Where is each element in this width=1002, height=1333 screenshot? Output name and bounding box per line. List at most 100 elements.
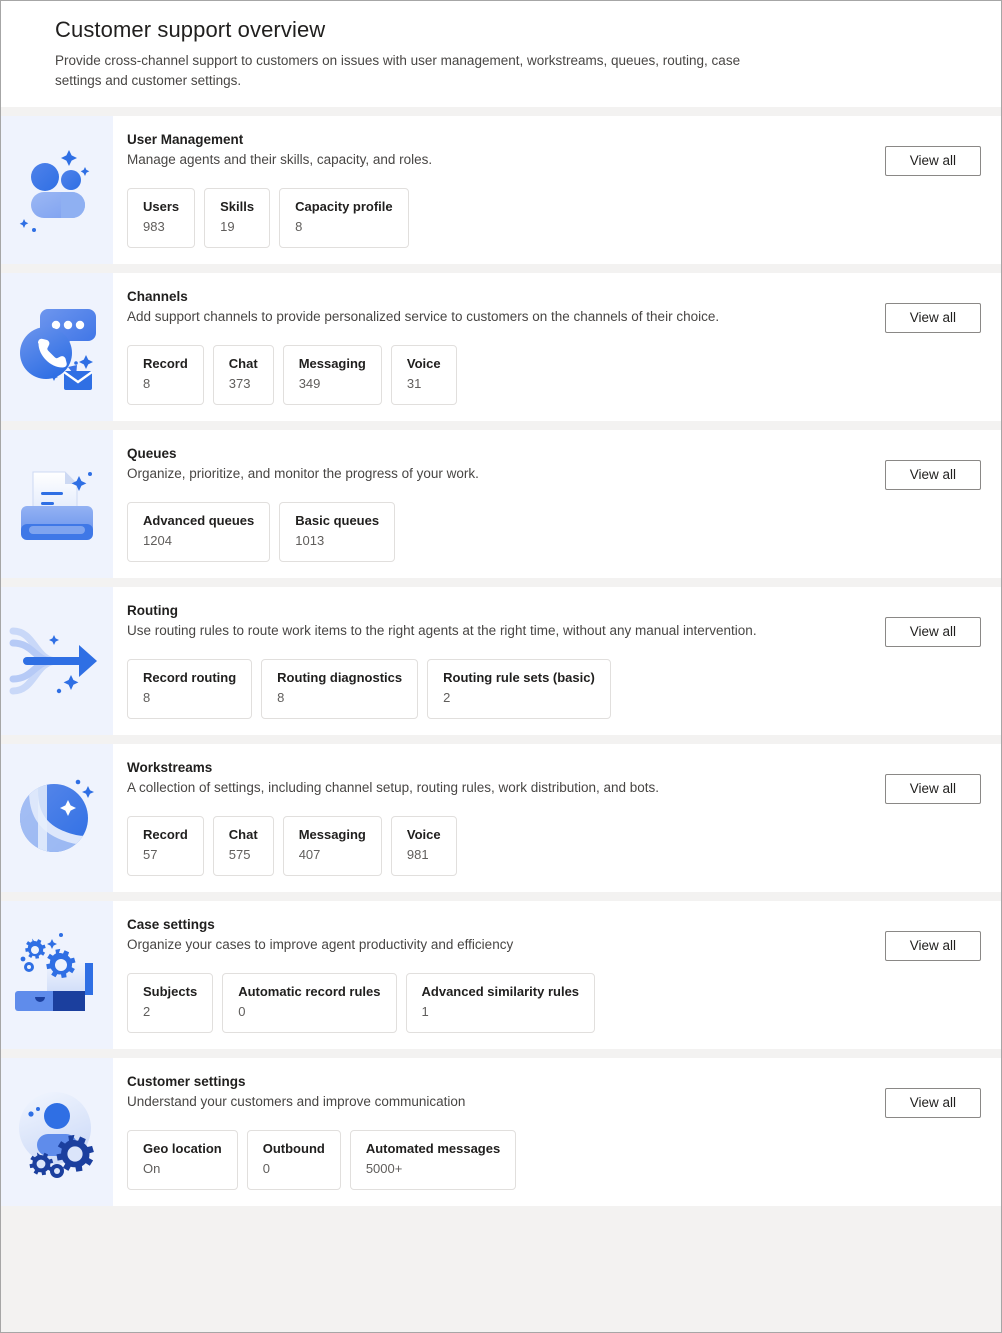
stat-value: 407 [298,847,321,862]
card-description: Understand your customers and improve co… [127,1094,466,1109]
card-body: Channels Add support channels to provide… [113,273,841,421]
stat-tile[interactable]: Outbound 0 [246,1130,341,1190]
card-body: Routing Use routing rules to route work … [113,587,841,735]
card-action-area: View all [841,116,1001,264]
view-all-button-routing[interactable]: View all [884,617,981,647]
stat-tile[interactable]: Basic queues 1013 [279,502,396,562]
stat-label: Record [143,356,188,371]
page-subtitle: Provide cross-channel support to custome… [55,53,741,88]
stat-value: 575 [228,847,251,862]
stat-value: 31 [406,376,422,391]
card-title: User Management [127,132,244,147]
page-title: Customer support overview [55,17,326,42]
view-all-button-customer-settings[interactable]: View all [884,1088,981,1118]
stat-label: Automatic record rules [238,984,381,999]
stat-tile[interactable]: Capacity profile 8 [279,188,409,248]
view-all-button-user-management[interactable]: View all [884,146,981,176]
overview-card-queues: Queues Organize, prioritize, and monitor… [1,430,1001,578]
card-title: Case settings [127,917,215,932]
stat-tile[interactable]: Automatic record rules 0 [222,973,397,1033]
stat-tile[interactable]: Advanced similarity rules 1 [405,973,596,1033]
view-all-button-channels[interactable]: View all [884,303,981,333]
document-tray-icon [21,471,93,540]
stat-tile[interactable]: Routing diagnostics 8 [261,659,419,719]
stat-label: Skills [220,199,255,214]
person-gears-icon [19,1092,94,1178]
stat-value: 349 [298,376,321,391]
stat-tile[interactable]: Voice 981 [390,816,457,876]
overview-card-routing: Routing Use routing rules to route work … [1,587,1001,735]
stat-tile-group: Geo location On Outbound 0 Automated mes… [127,1130,825,1190]
card-title: Routing [127,603,178,618]
stat-tile[interactable]: Users 983 [127,188,196,248]
stat-value: 2 [143,1004,151,1019]
stat-tile-group: Record routing 8 Routing diagnostics 8 R… [127,659,825,719]
card-description: Organize, prioritize, and monitor the pr… [127,466,479,481]
stat-tile[interactable]: Record 57 [127,816,204,876]
card-icon-pane-customer-settings [1,1058,113,1206]
card-body: Workstreams A collection of settings, in… [113,744,841,892]
stat-label: Routing diagnostics [277,670,403,685]
stat-tile[interactable]: Messaging 349 [282,345,382,405]
view-all-button-queues[interactable]: View all [884,460,981,490]
stat-tile-group: Record 57 Chat 575 Messaging 407 Voice 9… [127,816,825,876]
stat-label: Routing rule sets (basic) [443,670,595,685]
overview-card-case-settings: Case settings Organize your cases to imp… [1,901,1001,1049]
stat-value: 8 [143,376,151,391]
card-title: Customer settings [127,1074,246,1089]
stat-tile[interactable]: Geo location On [127,1130,238,1190]
view-all-button-workstreams[interactable]: View all [884,774,981,804]
stat-tile[interactable]: Voice 31 [390,345,457,405]
stat-tile[interactable]: Advanced queues 1204 [127,502,271,562]
stat-label: Subjects [143,984,198,999]
stat-value: 1204 [143,533,172,548]
card-body: Case settings Organize your cases to imp… [113,901,841,1049]
card-body: Customer settings Understand your custom… [113,1058,841,1206]
view-all-button-case-settings[interactable]: View all [884,931,981,961]
sphere-ribbon-icon [20,779,94,852]
stat-tile[interactable]: Subjects 2 [127,973,214,1033]
stat-label: Advanced similarity rules [421,984,580,999]
card-icon-pane-workstreams [1,744,113,892]
card-action-area: View all [841,587,1001,735]
stat-value: 5000+ [365,1161,403,1176]
stat-tile[interactable]: Record 8 [127,345,204,405]
stat-value: 1013 [295,533,325,548]
stat-label: Messaging [298,827,366,842]
card-title: Workstreams [127,760,213,775]
card-title: Queues [127,446,177,461]
stat-tile[interactable]: Record routing 8 [127,659,253,719]
stat-label: Geo location [143,1141,222,1156]
card-action-area: View all [841,901,1001,1049]
stat-value: 19 [220,219,235,234]
stat-tile[interactable]: Chat 373 [212,345,274,405]
stat-label: Record [143,827,188,842]
stat-tile[interactable]: Automated messages 5000+ [349,1130,517,1190]
card-icon-pane-user-management [1,116,113,264]
overview-card-list: User Management Manage agents and their … [1,116,1001,1206]
stat-tile-group: Record 8 Chat 373 Messaging 349 Voice 31 [127,345,825,405]
customer-support-overview-page: Customer support overview Provide cross-… [0,0,1002,1333]
stat-tile-group: Subjects 2 Automatic record rules 0 Adva… [127,973,825,1033]
card-action-area: View all [841,1058,1001,1206]
card-description: A collection of settings, including chan… [127,780,660,795]
stat-tile[interactable]: Routing rule sets (basic) 2 [427,659,611,719]
stat-label: Chat [228,356,258,371]
stat-value: 0 [238,1004,246,1019]
stat-label: Automated messages [365,1141,501,1156]
overview-card-user-management: User Management Manage agents and their … [1,116,1001,264]
card-icon-pane-channels [1,273,113,421]
card-description: Manage agents and their skills, capacity… [127,152,433,167]
stat-tile[interactable]: Chat 575 [212,816,274,876]
stat-tile-group: Users 983 Skills 19 Capacity profile 8 [127,188,825,248]
stat-tile[interactable]: Messaging 407 [282,816,382,876]
stat-label: Outbound [262,1141,325,1156]
card-action-area: View all [841,430,1001,578]
card-body: User Management Manage agents and their … [113,116,841,264]
card-description: Organize your cases to improve agent pro… [127,937,514,952]
stat-value: 373 [228,376,251,391]
people-sparkle-icon [19,150,90,232]
stat-tile[interactable]: Skills 19 [204,188,271,248]
page-header: Customer support overview Provide cross-… [1,1,1001,107]
chat-phone-mail-icon [20,309,96,390]
